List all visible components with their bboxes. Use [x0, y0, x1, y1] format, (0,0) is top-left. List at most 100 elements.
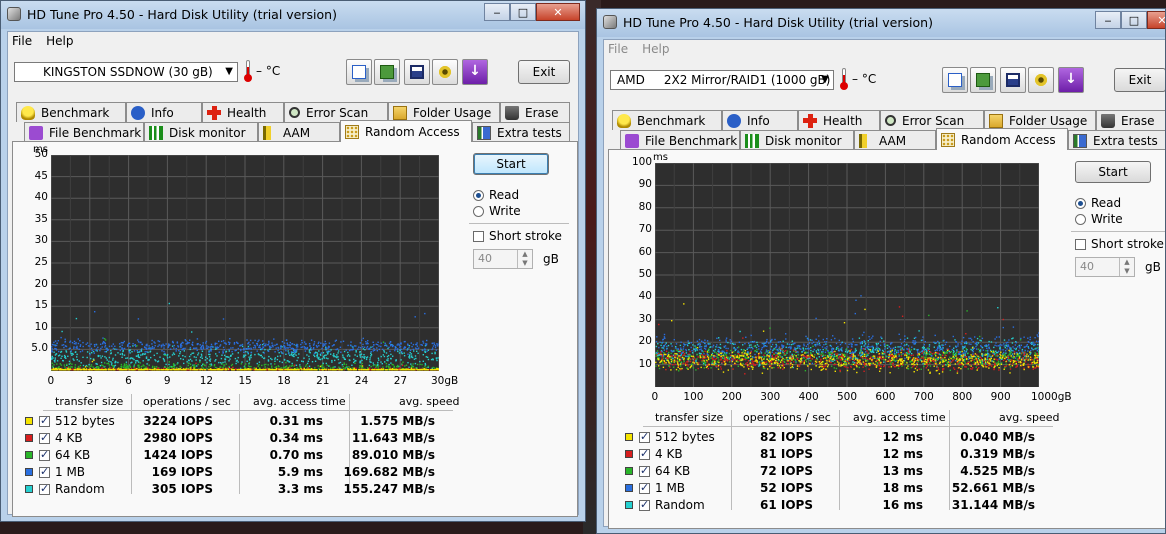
copy-text-button[interactable]	[346, 59, 372, 85]
speed-value: 89.010 MB/s	[351, 448, 435, 462]
tab-health[interactable]: Health	[202, 102, 284, 122]
tab-health[interactable]: Health	[798, 110, 880, 130]
copy-image-button[interactable]	[374, 59, 400, 85]
options-button[interactable]	[1028, 67, 1054, 93]
data-point	[817, 344, 819, 346]
menu-file[interactable]: File	[8, 32, 36, 52]
data-point	[805, 335, 807, 338]
tab-benchmark[interactable]: Benchmark	[612, 110, 722, 130]
tab-error-scan[interactable]: Error Scan	[880, 110, 984, 130]
tab-random-access[interactable]: Random Access	[936, 128, 1068, 150]
short-stroke-checkbox[interactable]: Short stroke	[473, 229, 562, 243]
series-checkbox[interactable]	[39, 448, 50, 461]
data-point	[360, 365, 362, 367]
data-point	[318, 367, 320, 370]
data-point	[425, 344, 428, 346]
maximize-button[interactable]: □	[1121, 11, 1147, 29]
data-point	[432, 366, 434, 369]
write-radio[interactable]: Write	[473, 204, 521, 218]
extra-tests-icon	[477, 125, 491, 140]
exit-button[interactable]: Exit	[1114, 68, 1165, 92]
data-point	[377, 357, 380, 359]
series-checkbox[interactable]	[39, 465, 50, 478]
tab-benchmark[interactable]: Benchmark	[16, 102, 126, 122]
copy-text-button[interactable]	[942, 67, 968, 93]
data-point	[79, 369, 81, 371]
data-point	[343, 363, 345, 366]
series-checkbox[interactable]	[39, 414, 50, 427]
close-button[interactable]: ✕	[1147, 11, 1165, 29]
data-point	[79, 345, 81, 347]
data-point	[201, 344, 204, 347]
save-button[interactable]	[404, 59, 430, 85]
tab-folder-usage[interactable]: Folder Usage	[388, 102, 500, 122]
read-radio[interactable]: Read	[473, 188, 519, 202]
tab-disk-monitor[interactable]: Disk monitor	[740, 130, 854, 150]
tab-disk-monitor[interactable]: Disk monitor	[144, 122, 258, 142]
tab-aam[interactable]: AAM	[854, 130, 936, 150]
data-point	[268, 368, 270, 371]
data-point	[184, 347, 186, 350]
start-button[interactable]: Start	[473, 153, 549, 175]
data-point	[321, 347, 323, 350]
drive-select[interactable]: KINGSTON SSDNOW (30 gB) ▼	[14, 62, 238, 82]
data-point	[872, 335, 874, 337]
save-button[interactable]	[1000, 67, 1026, 93]
menu-help[interactable]: Help	[42, 32, 77, 52]
series-checkbox[interactable]	[39, 431, 50, 444]
close-button[interactable]: ✕	[536, 3, 580, 21]
data-point	[344, 358, 346, 360]
data-point	[54, 340, 57, 342]
data-point	[331, 361, 333, 363]
short-stroke-size-input[interactable]: 40 ▲ ▼	[473, 249, 533, 269]
data-point	[810, 347, 812, 349]
tab-extra-tests[interactable]: Extra tests	[1068, 130, 1165, 150]
drive-select[interactable]: AMD 2X2 Mirror/RAID1 (1000 gB) ▼	[610, 70, 834, 90]
title-bar[interactable]: HD Tune Pro 4.50 - Hard Disk Utility (tr…	[1, 1, 585, 29]
data-point	[924, 341, 926, 343]
spin-arrows-icon[interactable]: ▲ ▼	[517, 250, 532, 268]
data-point	[914, 342, 916, 344]
data-point	[114, 354, 117, 356]
data-point	[805, 361, 808, 363]
data-point	[917, 356, 919, 358]
tab-aam[interactable]: AAM	[258, 122, 340, 142]
maximize-button[interactable]: □	[510, 3, 536, 21]
copy-image-button[interactable]	[970, 67, 996, 93]
tab-folder-usage[interactable]: Folder Usage	[984, 110, 1096, 130]
download-button[interactable]: ↓	[462, 59, 488, 85]
tab-file-benchmark[interactable]: File Benchmark	[620, 130, 740, 150]
data-point	[337, 350, 340, 352]
tab-random-access[interactable]: Random Access	[340, 120, 472, 142]
data-point	[137, 351, 139, 354]
exit-button[interactable]: Exit	[518, 60, 570, 84]
data-point	[889, 343, 892, 345]
data-point	[766, 350, 769, 352]
title-bar[interactable]: HD Tune Pro 4.50 - Hard Disk Utility (tr…	[597, 9, 1165, 37]
menu-help[interactable]: Help	[638, 40, 673, 60]
data-point	[161, 369, 163, 371]
access-time-value: 0.31 ms	[269, 414, 323, 428]
data-point	[211, 346, 213, 348]
data-point	[871, 337, 873, 339]
tab-extra-tests[interactable]: Extra tests	[472, 122, 570, 142]
minimize-button[interactable]: ‒	[1095, 11, 1121, 29]
tab-info[interactable]: Info	[126, 102, 202, 122]
tab-error-scan[interactable]: Error Scan	[284, 102, 388, 122]
tab-erase[interactable]: Erase	[500, 102, 570, 122]
data-point	[293, 343, 295, 346]
data-point	[97, 355, 99, 358]
tab-info[interactable]: Info	[722, 110, 798, 130]
data-point	[919, 351, 921, 353]
tab-erase[interactable]: Erase	[1096, 110, 1165, 130]
options-button[interactable]	[432, 59, 458, 85]
col-header-speed: avg. speed	[399, 395, 460, 408]
minimize-button[interactable]: ‒	[484, 3, 510, 21]
menu-file[interactable]: File	[604, 40, 632, 60]
data-point	[76, 345, 78, 348]
download-button[interactable]: ↓	[1058, 67, 1084, 93]
tab-file-benchmark[interactable]: File Benchmark	[24, 122, 144, 142]
series-checkbox[interactable]	[39, 482, 50, 495]
data-point	[967, 368, 969, 370]
data-point	[712, 346, 714, 348]
